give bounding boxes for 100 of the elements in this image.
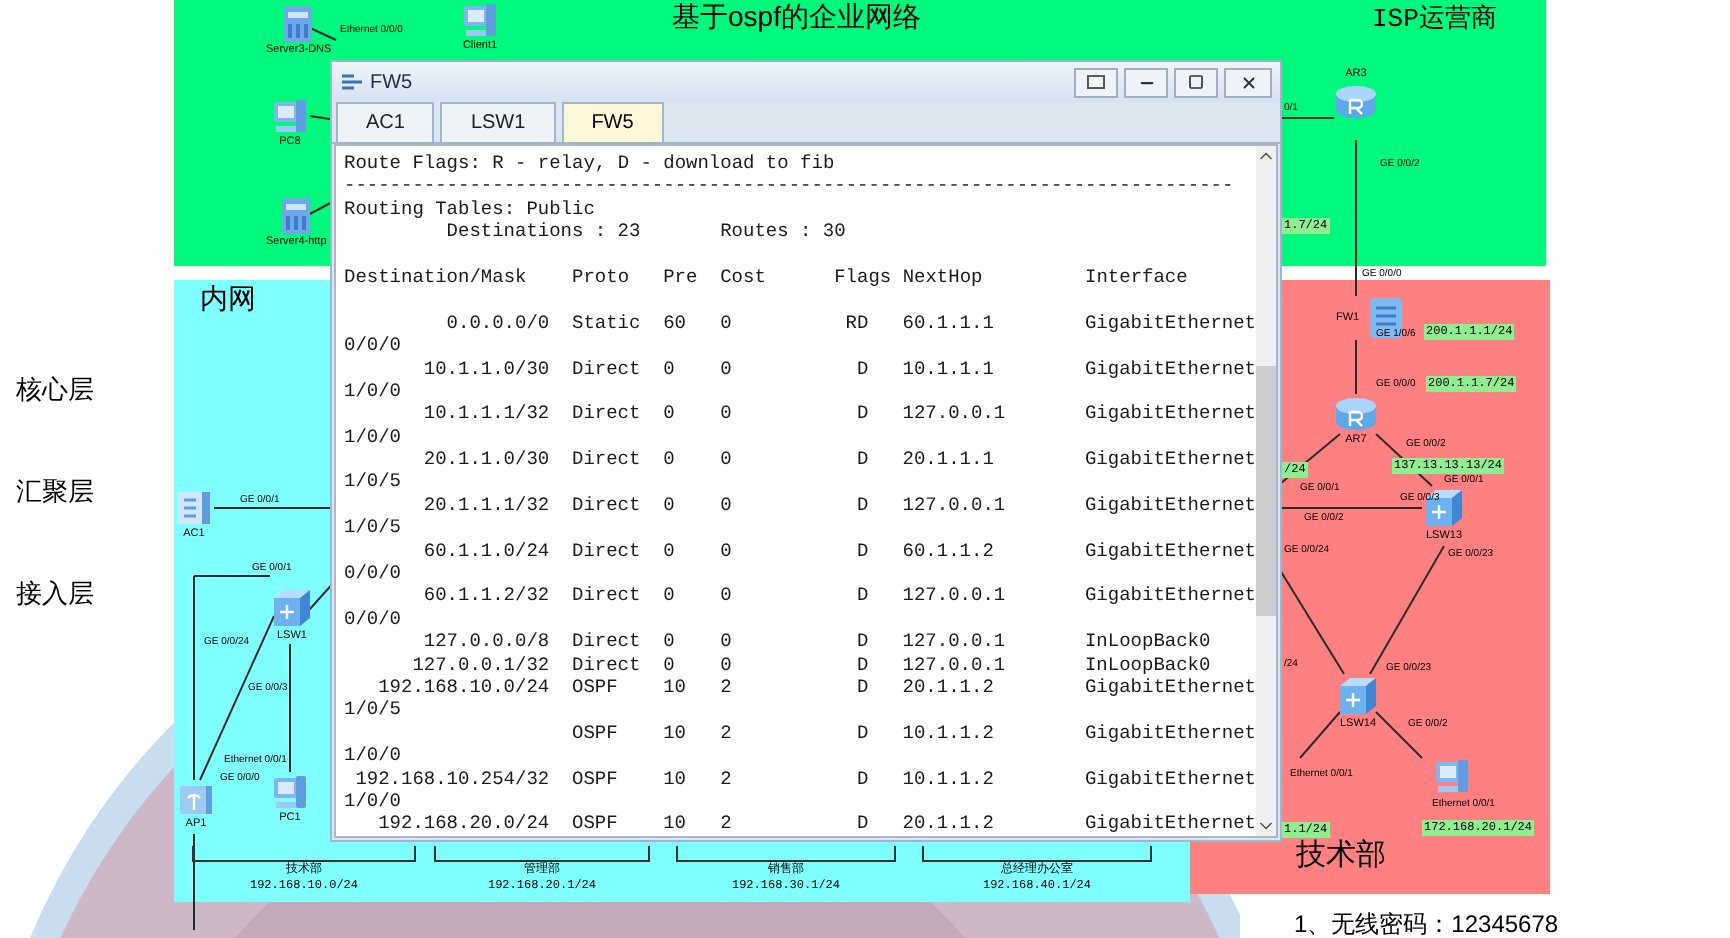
- table-cell: 0/0/0: [344, 607, 402, 631]
- table-cell: 0: [663, 539, 675, 562]
- table-cell: 10.1.1.2: [902, 721, 994, 744]
- table-cell: 0: [720, 539, 732, 562]
- table-cell: 0: [663, 448, 675, 471]
- table-cell: Direct: [572, 402, 641, 425]
- terminal-rule: ------------------------------------------------------------------------------: [344, 174, 1234, 198]
- table-cell: 20.1.1.2: [902, 675, 994, 698]
- table-cell: OSPF: [572, 812, 618, 835]
- table-cell: 0: [720, 493, 732, 516]
- table-cell: GigabitEthernet: [1084, 721, 1256, 745]
- table-cell: 1/0/0: [344, 425, 402, 449]
- cable-line: [1299, 711, 1341, 759]
- table-cell: D: [856, 675, 869, 698]
- table-cell: 10.1.1.1: [902, 357, 994, 380]
- column-header: Destination/Mask: [344, 265, 527, 288]
- device-tab[interactable]: AC1: [336, 102, 435, 142]
- table-cell: 127.0.0.1/32: [412, 653, 550, 676]
- table-cell: 1/0/5: [344, 470, 402, 494]
- column-header: Pre: [663, 265, 698, 288]
- table-cell: Direct: [572, 357, 641, 380]
- cable-line: [1355, 339, 1357, 395]
- table-cell: 0: [720, 311, 732, 334]
- table-cell: 0: [720, 653, 732, 676]
- table-cell: 1/0/0: [344, 789, 402, 813]
- table-cell: 0/0/0: [344, 334, 402, 358]
- device-tab[interactable]: LSW1: [440, 102, 556, 142]
- column-header: NextHop: [902, 265, 983, 288]
- table-cell: 0.0.0.0/0: [446, 311, 550, 334]
- table-cell: D: [856, 812, 869, 835]
- table-cell: D: [856, 357, 869, 380]
- router-icon: [1334, 394, 1378, 434]
- switch-icon: [270, 586, 314, 630]
- table-cell: RD: [845, 311, 869, 334]
- table-cell: Direct: [572, 448, 641, 471]
- cable-line: [1369, 545, 1445, 675]
- computer-icon: [1432, 756, 1472, 796]
- table-cell: D: [856, 721, 869, 744]
- table-cell: OSPF: [572, 721, 618, 744]
- maximize-icon: [1188, 74, 1204, 90]
- table-cell: GigabitEthernet: [1084, 311, 1256, 335]
- cable-line: [1279, 507, 1423, 509]
- table-cell: 0: [663, 653, 675, 676]
- table-cell: OSPF: [572, 767, 618, 790]
- topology-title: 基于ospf的企业网络: [672, 0, 921, 34]
- table-cell: GigabitEthernet: [1084, 357, 1256, 380]
- window-title: FW5: [370, 69, 413, 97]
- table-cell: InLoopBack0: [1084, 653, 1211, 676]
- note-text: 1、无线密码：12345678: [1294, 910, 1559, 938]
- table-cell: 2: [720, 812, 732, 835]
- table-cell: GigabitEthernet: [1084, 812, 1256, 836]
- table-cell: D: [856, 584, 869, 607]
- table-cell: 60.1.1.2: [902, 539, 994, 562]
- network-app-icon: [340, 72, 364, 92]
- zone-label: 内网: [200, 282, 256, 316]
- table-cell: D: [856, 767, 869, 790]
- table-cell: GigabitEthernet: [1084, 448, 1256, 471]
- table-cell: D: [856, 402, 869, 425]
- table-cell: 2: [720, 767, 732, 790]
- cable-line: [1279, 569, 1345, 675]
- computer-icon: [270, 96, 310, 136]
- restore-button[interactable]: [1074, 67, 1118, 97]
- table-cell: 0: [663, 493, 675, 516]
- layer-label: 接入层: [16, 578, 94, 610]
- scrollbar[interactable]: [1256, 146, 1276, 836]
- terminal-text: Destinations : 23: [446, 220, 643, 244]
- table-cell: 0: [720, 630, 732, 653]
- table-cell: 0: [720, 448, 732, 471]
- table-cell: 10: [663, 812, 686, 835]
- table-cell: 60.1.1.1: [902, 311, 994, 334]
- table-cell: 0: [663, 630, 675, 653]
- table-cell: 20.1.1.0/30: [423, 448, 550, 471]
- table-cell: 127.0.0.1: [902, 653, 1006, 676]
- terminal-text: Route Flags: R - relay, D - download to fib: [344, 152, 835, 175]
- table-cell: GigabitEthernet: [1084, 402, 1256, 426]
- table-cell: 0: [720, 584, 732, 607]
- cable-line: [289, 643, 291, 773]
- switch-icon: [1336, 674, 1380, 718]
- table-cell: Static: [572, 311, 641, 334]
- table-cell: GigabitEthernet: [1084, 584, 1256, 608]
- table-cell: 10.1.1.2: [902, 767, 994, 790]
- table-cell: 60.1.1.2/32: [423, 584, 550, 607]
- zone-label: ISP运营商: [1372, 2, 1497, 38]
- table-cell: InLoopBack0: [1084, 630, 1211, 654]
- table-cell: 20.1.1.1/32: [423, 493, 550, 516]
- table-cell: D: [856, 539, 869, 562]
- layer-label: 汇聚层: [16, 476, 94, 508]
- table-cell: 1/0/5: [344, 698, 402, 722]
- maximize-button[interactable]: [1174, 67, 1218, 97]
- scrollbar-thumb[interactable]: [1256, 366, 1276, 616]
- terminal-text: Routes : 30: [720, 220, 846, 244]
- device-tab[interactable]: FW5: [561, 102, 664, 142]
- table-cell: 10.1.1.1/32: [423, 402, 550, 425]
- table-cell: 127.0.0.1: [902, 493, 1006, 516]
- table-cell: 0/0/0: [344, 562, 402, 585]
- table-cell: Direct: [572, 653, 641, 676]
- table-cell: D: [856, 448, 869, 471]
- table-cell: D: [856, 493, 869, 516]
- table-cell: 0: [663, 402, 675, 425]
- close-button[interactable]: [1224, 67, 1272, 97]
